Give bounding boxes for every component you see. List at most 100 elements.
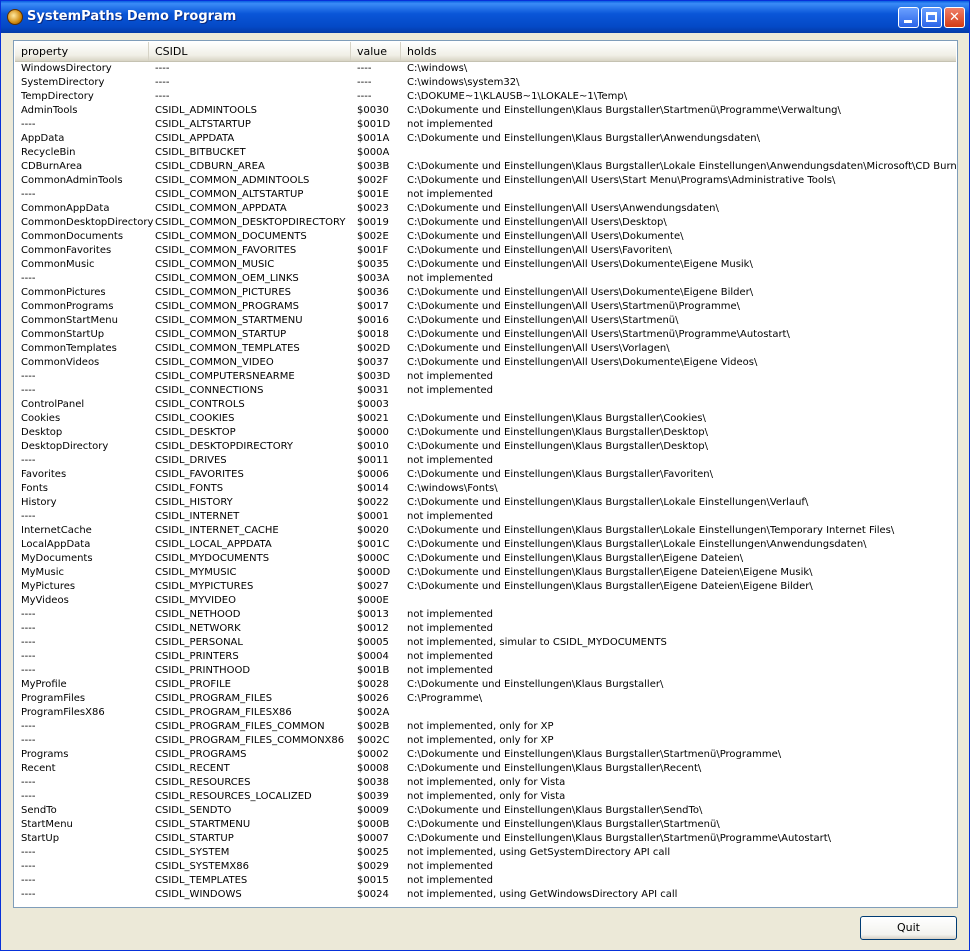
table-row[interactable]: CommonVideos CSIDL_COMMON_VIDEO $0037 C:\Do…	[15, 356, 956, 370]
cell-value: $0026	[357, 693, 389, 704]
table-row[interactable]: CommonPrograms CSIDL_COMMON_PROGRAMS $0017…	[15, 300, 956, 314]
table-row[interactable]: ---- CSIDL_RESOURCES_LOCALIZED $0039 not im…	[15, 790, 956, 804]
list-rows: WindowsDirectory ---- ---- C:\windows\ Syste…	[15, 62, 956, 902]
table-row[interactable]: ---- CSIDL_INTERNET $0001 not implemented	[15, 510, 956, 524]
cell-csidl: CSIDL_PROGRAM_FILES	[155, 693, 273, 704]
table-row[interactable]: ---- CSIDL_TEMPLATES $0015 not implemented	[15, 874, 956, 888]
table-row[interactable]: MyPictures CSIDL_MYPICTURES $0027 C:\Dokume…	[15, 580, 956, 594]
table-row[interactable]: ---- CSIDL_CONNECTIONS $0031 not implemente…	[15, 384, 956, 398]
table-row[interactable]: CommonAdminTools CSIDL_COMMON_ADMINTOOLS $…	[15, 174, 956, 188]
cell-property: ControlPanel	[21, 399, 85, 410]
table-row[interactable]: Cookies CSIDL_COOKIES $0021 C:\Dokumente un…	[15, 412, 956, 426]
cell-property: CDBurnArea	[21, 161, 83, 172]
cell-holds: C:\Dokumente und Einstellungen\All Users…	[407, 343, 670, 354]
table-row[interactable]: AdminTools CSIDL_ADMINTOOLS $0030 C:\Dokume…	[15, 104, 956, 118]
table-row[interactable]: WindowsDirectory ---- ---- C:\windows\	[15, 62, 956, 76]
cell-property: ----	[21, 847, 36, 858]
column-header-csidl[interactable]: CSIDL	[149, 42, 351, 61]
cell-property: ----	[21, 637, 36, 648]
table-row[interactable]: ---- CSIDL_NETHOOD $0013 not implemented	[15, 608, 956, 622]
table-row[interactable]: ControlPanel CSIDL_CONTROLS $0003	[15, 398, 956, 412]
table-row[interactable]: Recent CSIDL_RECENT $0008 C:\Dokumente und …	[15, 762, 956, 776]
table-row[interactable]: ---- CSIDL_SYSTEM $0025 not implemented, us…	[15, 846, 956, 860]
table-row[interactable]: ProgramFilesX86 CSIDL_PROGRAM_FILESX86 $00…	[15, 706, 956, 720]
cell-value: $0015	[357, 875, 389, 886]
table-row[interactable]: CommonFavorites CSIDL_COMMON_FAVORITES $00…	[15, 244, 956, 258]
table-row[interactable]: SystemDirectory ---- ---- C:\windows\system…	[15, 76, 956, 90]
cell-property: TempDirectory	[21, 91, 94, 102]
table-row[interactable]: MyMusic CSIDL_MYMUSIC $000D C:\Dokumente un…	[15, 566, 956, 580]
cell-csidl: CSIDL_ADMINTOOLS	[155, 105, 257, 116]
cell-csidl: CSIDL_SENDTO	[155, 805, 232, 816]
cell-holds: not implemented, only for XP	[407, 735, 554, 746]
cell-value: $0007	[357, 833, 389, 844]
table-row[interactable]: CommonAppData CSIDL_COMMON_APPDATA $0023 C:…	[15, 202, 956, 216]
cell-property: ProgramFiles	[21, 693, 86, 704]
table-row[interactable]: History CSIDL_HISTORY $0022 C:\Dokumente un…	[15, 496, 956, 510]
table-row[interactable]: ProgramFiles CSIDL_PROGRAM_FILES $0026 C:\P…	[15, 692, 956, 706]
cell-value: $0021	[357, 413, 389, 424]
table-row[interactable]: ---- CSIDL_PRINTHOOD $001B not implemented	[15, 664, 956, 678]
table-row[interactable]: DesktopDirectory CSIDL_DESKTOPDIRECTORY $0…	[15, 440, 956, 454]
table-row[interactable]: SendTo CSIDL_SENDTO $0009 C:\Dokumente und …	[15, 804, 956, 818]
table-row[interactable]: ---- CSIDL_DRIVES $0011 not implemented	[15, 454, 956, 468]
table-row[interactable]: ---- CSIDL_WINDOWS $0024 not implemented, u…	[15, 888, 956, 902]
table-row[interactable]: LocalAppData CSIDL_LOCAL_APPDATA $001C C:\D…	[15, 538, 956, 552]
table-row[interactable]: ---- CSIDL_RESOURCES $0038 not implemented,…	[15, 776, 956, 790]
table-row[interactable]: RecycleBin CSIDL_BITBUCKET $000A	[15, 146, 956, 160]
table-row[interactable]: ---- CSIDL_PROGRAM_FILES_COMMONX86 $002C no…	[15, 734, 956, 748]
table-row[interactable]: MyProfile CSIDL_PROFILE $0028 C:\Dokumente …	[15, 678, 956, 692]
table-row[interactable]: ---- CSIDL_COMMON_ALTSTARTUP $001E not impl…	[15, 188, 956, 202]
cell-holds: not implemented, simular to CSIDL_MYDOCU…	[407, 637, 667, 648]
table-row[interactable]: ---- CSIDL_NETWORK $0012 not implemented	[15, 622, 956, 636]
cell-value: $0016	[357, 315, 389, 326]
table-row[interactable]: ---- CSIDL_PERSONAL $0005 not implemented, …	[15, 636, 956, 650]
table-row[interactable]: AppData CSIDL_APPDATA $001A C:\Dokumente un…	[15, 132, 956, 146]
table-row[interactable]: CommonMusic CSIDL_COMMON_MUSIC $0035 C:\Dok…	[15, 258, 956, 272]
table-row[interactable]: Desktop CSIDL_DESKTOP $0000 C:\Dokumente un…	[15, 426, 956, 440]
cell-property: ----	[21, 371, 36, 382]
paths-listview[interactable]: property CSIDL value holds WindowsDirect…	[13, 40, 958, 908]
table-row[interactable]: CommonStartMenu CSIDL_COMMON_STARTMENU $00…	[15, 314, 956, 328]
table-row[interactable]: StartMenu CSIDL_STARTMENU $000B C:\Dokument…	[15, 818, 956, 832]
maximize-button[interactable]	[921, 7, 942, 28]
table-row[interactable]: Programs CSIDL_PROGRAMS $0002 C:\Dokumente …	[15, 748, 956, 762]
column-header-property[interactable]: property	[15, 42, 149, 61]
table-row[interactable]: CommonTemplates CSIDL_COMMON_TEMPLATES $00…	[15, 342, 956, 356]
cell-value: $0014	[357, 483, 389, 494]
cell-value: $001D	[357, 119, 391, 130]
table-row[interactable]: Favorites CSIDL_FAVORITES $0006 C:\Dokument…	[15, 468, 956, 482]
column-header-value[interactable]: value	[351, 42, 401, 61]
cell-holds: not implemented, using GetSystemDirector…	[407, 847, 671, 858]
quit-button[interactable]: Quit	[860, 916, 957, 940]
table-row[interactable]: CDBurnArea CSIDL_CDBURN_AREA $003B C:\Dokum…	[15, 160, 956, 174]
cell-csidl: CSIDL_COMMON_APPDATA	[155, 203, 287, 214]
cell-csidl: CSIDL_PROGRAMS	[155, 749, 247, 760]
table-row[interactable]: InternetCache CSIDL_INTERNET_CACHE $0020 C:…	[15, 524, 956, 538]
table-row[interactable]: ---- CSIDL_PROGRAM_FILES_COMMON $002B not i…	[15, 720, 956, 734]
close-button[interactable]: ✕	[944, 7, 965, 28]
table-row[interactable]: ---- CSIDL_COMMON_OEM_LINKS $003A not imple…	[15, 272, 956, 286]
app-icon[interactable]	[7, 9, 23, 25]
table-row[interactable]: CommonStartUp CSIDL_COMMON_STARTUP $0018 C:…	[15, 328, 956, 342]
column-header-holds[interactable]: holds	[401, 42, 956, 61]
table-row[interactable]: ---- CSIDL_ALTSTARTUP $001D not implemented	[15, 118, 956, 132]
cell-csidl: CSIDL_MYDOCUMENTS	[155, 553, 270, 564]
table-row[interactable]: ---- CSIDL_PRINTERS $0004 not implemented	[15, 650, 956, 664]
table-row[interactable]: Fonts CSIDL_FONTS $0014 C:\windows\Fonts\	[15, 482, 956, 496]
title-bar[interactable]: SystemPaths Demo Program ✕	[1, 1, 969, 33]
table-row[interactable]: CommonPictures CSIDL_COMMON_PICTURES $0036…	[15, 286, 956, 300]
cell-value: $0010	[357, 441, 389, 452]
table-row[interactable]: MyDocuments CSIDL_MYDOCUMENTS $000C C:\Doku…	[15, 552, 956, 566]
table-row[interactable]: StartUp CSIDL_STARTUP $0007 C:\Dokumente un…	[15, 832, 956, 846]
table-row[interactable]: ---- CSIDL_COMPUTERSNEARME $003D not implem…	[15, 370, 956, 384]
table-row[interactable]: ---- CSIDL_SYSTEMX86 $0029 not implemented	[15, 860, 956, 874]
table-row[interactable]: TempDirectory ---- ---- C:\DOKUME~1\KLAUSB~…	[15, 90, 956, 104]
cell-csidl: CSIDL_COMMON_MUSIC	[155, 259, 275, 270]
table-row[interactable]: CommonDocuments CSIDL_COMMON_DOCUMENTS $00…	[15, 230, 956, 244]
table-row[interactable]: MyVideos CSIDL_MYVIDEO $000E	[15, 594, 956, 608]
cell-value: $0022	[357, 497, 389, 508]
table-row[interactable]: CommonDesktopDirectory CSIDL_COMMON_DESKT…	[15, 216, 956, 230]
cell-value: $0020	[357, 525, 389, 536]
minimize-button[interactable]	[898, 7, 919, 28]
